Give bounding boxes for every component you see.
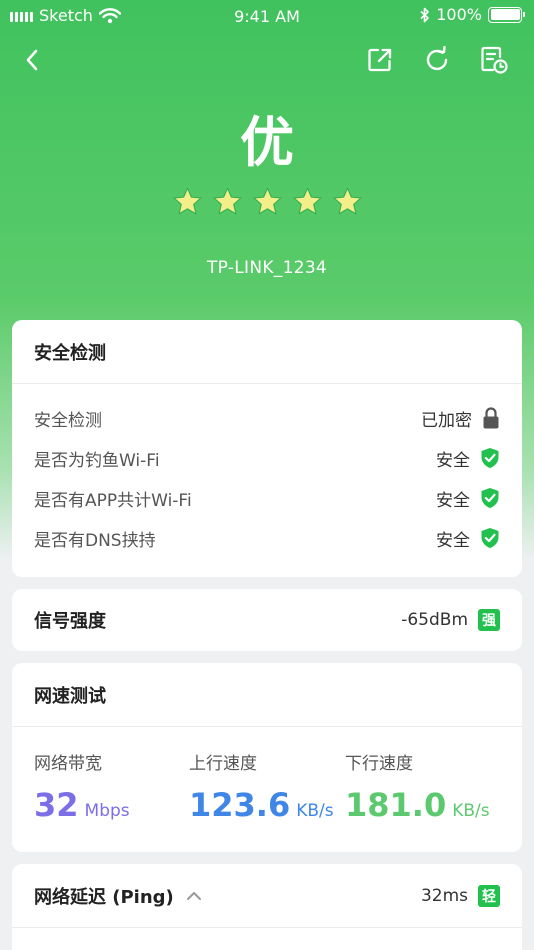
ping-card-header[interactable]: 网络延迟 (Ping) 32ms 轻 [12, 864, 522, 928]
ping-card: 网络延迟 (Ping) 32ms 轻 [12, 864, 522, 950]
network-grade: 优 [240, 111, 294, 174]
bandwidth-value: 32 Mbps [34, 786, 130, 824]
bandwidth-number: 32 [34, 786, 79, 824]
security-row-label: 安全检测 [34, 410, 102, 431]
share-button[interactable] [362, 42, 398, 78]
speed-test-title: 网速测试 [34, 685, 106, 707]
download-label: 下行速度 [345, 754, 413, 774]
security-row-label: 是否为钓鱼Wi-Fi [34, 450, 160, 471]
shield-check-icon [481, 528, 499, 548]
security-row-value: 安全 [436, 490, 470, 511]
security-row-encryption: 安全检测 已加密 [34, 406, 500, 431]
security-row-app-share: 是否有APP共计Wi-Fi 安全 [34, 486, 500, 511]
refresh-button[interactable] [419, 42, 455, 78]
signal-card: 信号强度 -65dBm 强 [12, 589, 522, 651]
star-icon [253, 187, 281, 215]
security-card-header: 安全检测 [12, 320, 522, 384]
chevron-left-icon [26, 49, 38, 71]
nav-bar [0, 42, 534, 82]
star-icon [173, 187, 201, 215]
speed-test-card: 网速测试 网络带宽 32 Mbps 上行速度 123.6 KB/s 下行速度 181… [12, 663, 522, 852]
signal-card-title: 信号强度 [34, 611, 106, 632]
upload-label: 上行速度 [189, 754, 257, 774]
status-right: 100% [420, 5, 525, 24]
status-bar: Sketch 9:41 AM 100% [0, 0, 534, 32]
lock-icon [483, 407, 499, 429]
upload-value: 123.6 KB/s [189, 786, 334, 824]
upload-number: 123.6 [189, 786, 291, 824]
history-report-icon [481, 46, 508, 74]
security-row-dns: 是否有DNS挟持 安全 [34, 526, 500, 551]
speed-test-header: 网速测试 [12, 663, 522, 727]
bandwidth-label: 网络带宽 [34, 754, 102, 774]
signal-card-header: 信号强度 -65dBm 强 [12, 589, 522, 651]
rating-stars [0, 186, 534, 217]
security-row-label: 是否有APP共计Wi-Fi [34, 490, 192, 511]
security-row-phishing: 是否为钓鱼Wi-Fi 安全 [34, 446, 500, 471]
security-card: 安全检测 安全检测 已加密 是否为钓鱼Wi-Fi 安全 是否有APP共计Wi-F… [12, 320, 522, 577]
security-card-title: 安全检测 [34, 342, 106, 364]
share-icon [368, 48, 392, 72]
battery-icon [488, 6, 525, 23]
star-icon [213, 187, 241, 215]
wifi-ssid: TP-LINK_1234 [206, 258, 328, 278]
bandwidth-unit: Mbps [84, 801, 130, 821]
download-value: 181.0 KB/s [345, 786, 490, 824]
ping-value: 32ms [420, 885, 468, 906]
security-row-value: 已加密 [421, 410, 472, 431]
download-unit: KB/s [452, 801, 490, 821]
signal-value: -65dBm [401, 610, 468, 630]
upload-unit: KB/s [296, 801, 334, 821]
star-icon [333, 187, 361, 215]
upload-metric: 上行速度 123.6 KB/s [189, 749, 334, 824]
star-icon [293, 187, 321, 215]
security-row-value: 安全 [436, 530, 470, 551]
chevron-up-icon[interactable] [186, 891, 202, 901]
bandwidth-metric: 网络带宽 32 Mbps [34, 749, 130, 824]
ping-level-badge: 轻 [478, 884, 500, 907]
shield-check-icon [481, 488, 499, 508]
download-number: 181.0 [345, 786, 447, 824]
security-row-value: 安全 [436, 450, 470, 471]
back-button[interactable] [14, 42, 50, 78]
download-metric: 下行速度 181.0 KB/s [345, 749, 490, 824]
signal-strength-badge: 强 [478, 609, 500, 631]
bluetooth-icon [420, 7, 430, 22]
ping-card-title: 网络延迟 (Ping) [34, 886, 174, 908]
shield-check-icon [481, 448, 499, 468]
history-button[interactable] [476, 42, 512, 78]
refresh-icon [426, 46, 448, 71]
security-row-label: 是否有DNS挟持 [34, 530, 156, 551]
battery-percent: 100% [436, 5, 482, 24]
